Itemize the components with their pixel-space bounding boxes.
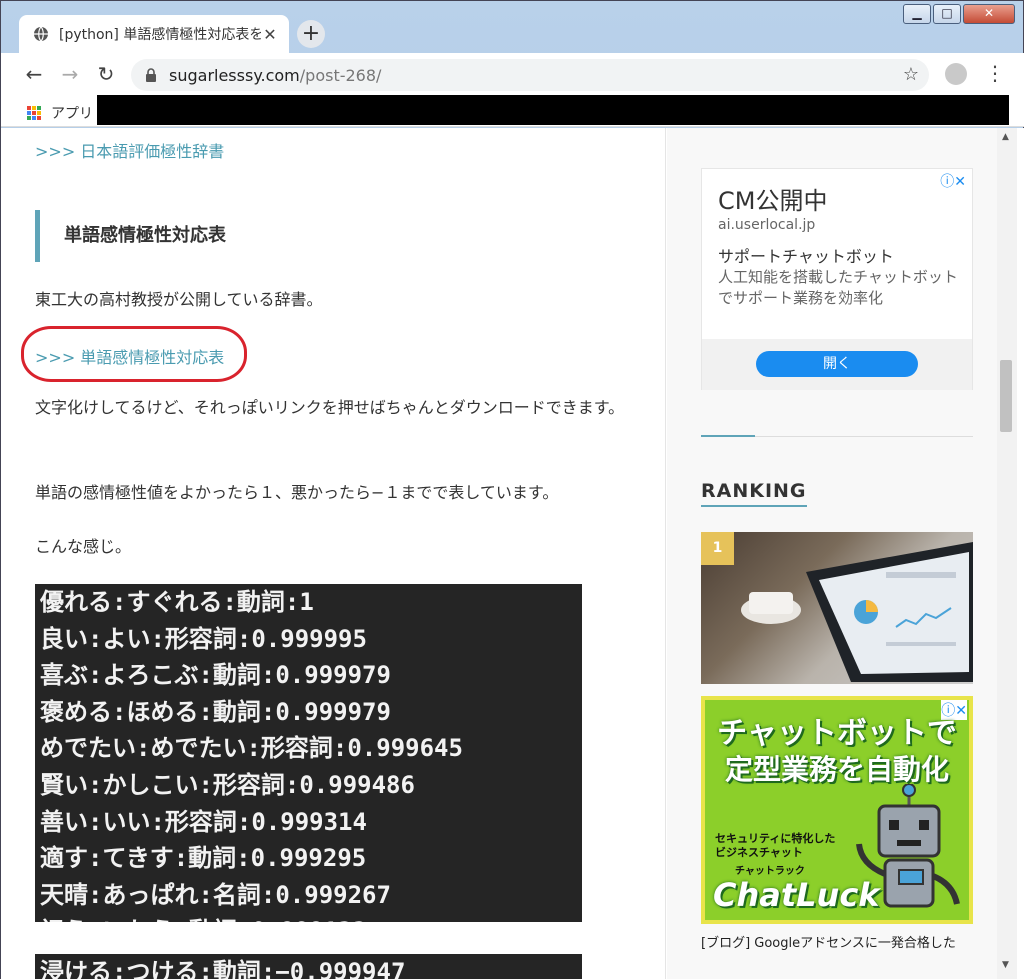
code-line: 賢い:かしこい:形容詞:0.999486 (40, 770, 415, 799)
paragraph-1: 東工大の高村教授が公開している辞書。 (35, 290, 323, 309)
section-heading: 単語感情極性対応表 (35, 210, 635, 262)
maximize-button[interactable]: □ (933, 4, 961, 24)
paragraph-3: 単語の感情極性値をよかったら１、悪かったら−１までで表しています。 (35, 483, 559, 502)
sidebar-divider (701, 435, 973, 437)
ranking-item-1-title[interactable]: [ブログ] Googleアドセンスに一発合格した (701, 934, 973, 954)
sidebar-ad-chatluck[interactable]: ⓘ✕ チャットボットで 定型業務を自動化 セキュリティに特化した ビジネスチャッ… (701, 696, 973, 924)
page-scrollbar[interactable]: ▲ ▼ (997, 128, 1017, 979)
tab-strip: [python] 単語感情極性対応表を ✕ + ▁ □ ✕ (1, 1, 1024, 53)
paragraph-2: 文字化けしてるけど、それっぽいリンクを押せばちゃんとダウンロードできます。 (35, 398, 625, 417)
reload-icon[interactable]: ↻ (91, 59, 121, 89)
code-line: 天晴:あっぱれ:名詞:0.999267 (40, 880, 391, 909)
apps-label: アプリ (51, 106, 93, 122)
scroll-down-icon[interactable]: ▼ (1002, 960, 1009, 970)
code-line: 祝う:いわう:動詞:0.999122 (35, 913, 582, 922)
ad-line-1: チャットボットで (717, 716, 957, 751)
ad-choices-icon[interactable]: ⓘ✕ (940, 171, 966, 191)
bookmark-star-icon[interactable]: ☆ (903, 64, 919, 85)
code-line: めでたい:めでたい:形容詞:0.999645 (40, 734, 463, 763)
highlight-circle (21, 326, 247, 382)
minimize-button[interactable]: ▁ (903, 4, 931, 24)
tab-close-icon[interactable]: ✕ (261, 25, 279, 44)
tab-title: [python] 単語感情極性対応表を (59, 27, 261, 43)
forward-arrow-icon[interactable]: → (55, 59, 85, 89)
article-content: >>> 日本語評価極性辞書 単語感情極性対応表 東工大の高村教授が公開している辞… (1, 128, 666, 979)
code-line: 浸ける:つける:動詞:−0.999947 (40, 958, 406, 979)
code-line: 善い:いい:形容詞:0.999314 (40, 807, 367, 836)
ad-description: 人工知能を搭載したチャットボットでサポート業務を効率化 (718, 268, 958, 307)
code-line: 優れる:すぐれる:動詞:1 (40, 588, 314, 616)
bookmarks-bar: アプリ (1, 95, 1024, 127)
code-line: 適す:てきす:動詞:0.999295 (40, 844, 367, 873)
back-arrow-icon[interactable]: ← (19, 59, 49, 89)
tab-active[interactable]: [python] 単語感情極性対応表を ✕ (19, 15, 289, 53)
robot-icon (856, 784, 960, 908)
ad-line-2: 定型業務を自動化 (724, 753, 949, 786)
ad-title: CM公開中 (718, 187, 828, 215)
tablet-photo (741, 542, 973, 682)
ad-line-4: チャットラック (735, 866, 805, 877)
globe-icon (34, 26, 48, 42)
menu-dots-icon[interactable]: ⋮ (985, 61, 1005, 85)
scroll-up-icon[interactable]: ▲ (1002, 132, 1009, 142)
page-viewport: >>> 日本語評価極性辞書 単語感情極性対応表 東工大の高村教授が公開している辞… (1, 128, 1024, 979)
ranking-item-1-image[interactable]: 1 (701, 532, 973, 684)
ad-footer: 開く (702, 339, 972, 390)
browser-window: [python] 単語感情極性対応表を ✕ + ▁ □ ✕ ← → ↻ suga… (0, 0, 1024, 979)
ad-domain: ai.userlocal.jp (718, 217, 816, 233)
lock-icon (146, 68, 156, 82)
scrollbar-thumb[interactable] (1000, 360, 1012, 432)
code-line: 良い:よい:形容詞:0.999995 (40, 624, 367, 653)
code-screenshot-2: 浸ける:つける:動詞:−0.999947 (35, 954, 582, 979)
apps-grid-icon (27, 106, 41, 120)
profile-avatar-icon[interactable] (945, 63, 967, 85)
apps-shortcut[interactable]: アプリ (27, 103, 93, 123)
sidebar: ⓘ✕ CM公開中 ai.userlocal.jp サポートチャットボット 人工知… (667, 128, 997, 979)
url-text: sugarlesssy.com/post-268/ (169, 65, 382, 85)
new-tab-button[interactable]: + (297, 20, 325, 48)
link-japanese-evaluation-dictionary[interactable]: >>> 日本語評価極性辞書 (35, 138, 224, 162)
ad-headline: サポートチャットボット (718, 247, 894, 266)
ranking-heading: RANKING (701, 480, 807, 507)
ad-open-button[interactable]: 開く (756, 351, 918, 377)
rank-badge: 1 (701, 532, 734, 565)
close-window-button[interactable]: ✕ (963, 4, 1015, 24)
address-bar[interactable]: sugarlesssy.com/post-268/ ☆ (131, 59, 929, 91)
browser-toolbar: ← → ↻ sugarlesssy.com/post-268/ ☆ (1, 53, 1024, 95)
code-screenshot-1: 優れる:すぐれる:動詞:1 良い:よい:形容詞:0.999995 喜ぶ:よろこぶ… (35, 584, 582, 922)
code-line: 喜ぶ:よろこぶ:動詞:0.999979 (40, 661, 391, 690)
sidebar-ad-chatbot[interactable]: ⓘ✕ CM公開中 ai.userlocal.jp サポートチャットボット 人工知… (701, 168, 973, 390)
ad-line-3: セキュリティに特化した ビジネスチャット (715, 832, 836, 859)
redacted-bookmarks (97, 95, 1009, 125)
code-line: 褒める:ほめる:動詞:0.999979 (40, 697, 391, 726)
paragraph-4: こんな感じ。 (35, 537, 132, 556)
